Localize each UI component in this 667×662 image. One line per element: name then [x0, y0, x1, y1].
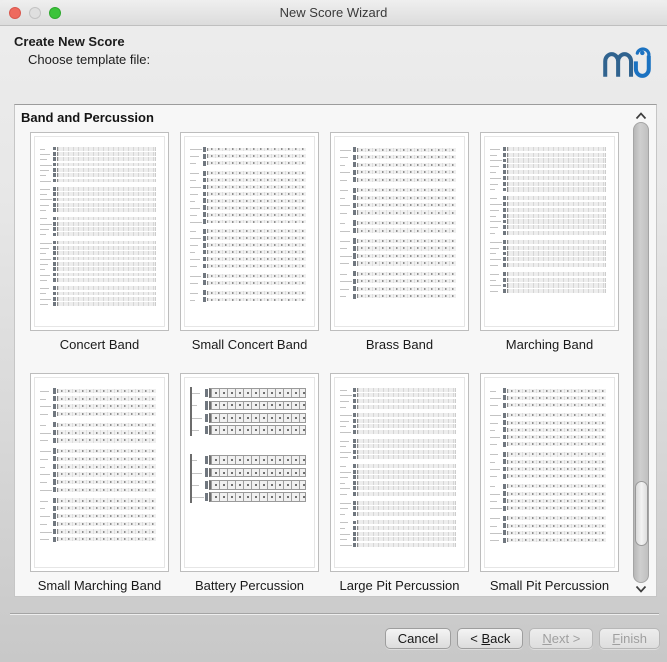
template-label: Small Pit Percussion — [489, 578, 610, 593]
template-cell: Battery Percussion — [180, 373, 319, 594]
template-label: Concert Band — [59, 337, 140, 352]
finish-button: Finish — [599, 628, 660, 649]
template-card[interactable] — [180, 132, 319, 331]
chevron-up-icon[interactable] — [635, 112, 647, 120]
section-header: Band and Percussion — [21, 110, 154, 125]
score-preview — [34, 377, 165, 568]
template-card[interactable] — [180, 373, 319, 572]
template-card[interactable] — [30, 132, 169, 331]
footer-buttons: Cancel < Back Next > Finish — [384, 628, 660, 649]
musescore-logo-icon — [603, 47, 651, 78]
template-scroll-area: Band and Percussion Concert Band Small C… — [14, 104, 657, 597]
template-label: Battery Percussion — [194, 578, 305, 593]
score-preview — [334, 136, 465, 327]
score-preview — [484, 377, 615, 568]
footer-divider — [10, 613, 659, 615]
window-title: New Score Wizard — [279, 5, 388, 20]
next-button: Next > — [529, 628, 594, 649]
template-cell: Small Pit Percussion — [480, 373, 619, 594]
template-cell: Marching Band — [480, 132, 619, 353]
minimize-button — [29, 7, 41, 19]
back-button[interactable]: < Back — [457, 628, 524, 649]
close-button[interactable] — [9, 7, 21, 19]
score-preview — [484, 136, 615, 327]
scrollbar[interactable] — [632, 112, 650, 593]
template-cell: Small Concert Band — [180, 132, 319, 353]
traffic-lights — [9, 0, 61, 26]
template-label: Large Pit Percussion — [339, 578, 460, 593]
page-subtitle: Choose template file: — [28, 52, 151, 67]
scrollbar-thumb[interactable] — [634, 481, 648, 546]
template-card[interactable] — [330, 373, 469, 572]
score-preview — [334, 377, 465, 568]
template-label: Small Concert Band — [191, 337, 308, 352]
titlebar: New Score Wizard — [0, 0, 667, 26]
template-grid: Concert Band Small Concert Band Brass Ba… — [30, 132, 619, 594]
zoom-button[interactable] — [49, 7, 61, 19]
cancel-button[interactable]: Cancel — [384, 628, 452, 649]
score-preview — [184, 377, 315, 568]
template-label: Small Marching Band — [37, 578, 162, 593]
template-label: Brass Band — [365, 337, 434, 352]
scrollbar-track[interactable] — [633, 122, 649, 583]
chevron-down-icon[interactable] — [635, 585, 647, 593]
template-label: Marching Band — [505, 337, 594, 352]
template-card[interactable] — [30, 373, 169, 572]
score-preview — [184, 136, 315, 327]
template-cell: Large Pit Percussion — [330, 373, 469, 594]
template-card[interactable] — [480, 373, 619, 572]
template-cell: Small Marching Band — [30, 373, 169, 594]
score-preview — [34, 136, 165, 327]
template-cell: Concert Band — [30, 132, 169, 353]
template-cell: Brass Band — [330, 132, 469, 353]
template-card[interactable] — [330, 132, 469, 331]
page-title: Create New Score — [14, 34, 125, 49]
template-card[interactable] — [480, 132, 619, 331]
